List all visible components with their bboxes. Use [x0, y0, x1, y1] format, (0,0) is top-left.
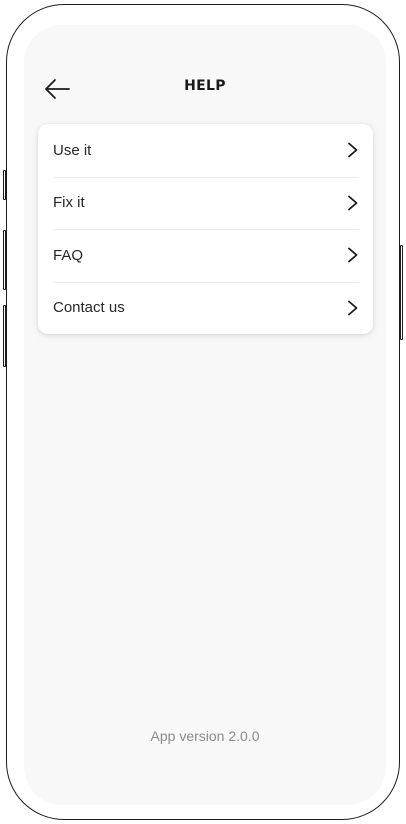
phone-side-button [3, 230, 6, 290]
menu-item-fix-it[interactable]: Fix it [38, 176, 373, 230]
menu-item-label: Use it [53, 141, 92, 159]
menu-item-label: Fix it [53, 194, 85, 212]
phone-side-button [3, 170, 6, 200]
menu-item-label: FAQ [53, 246, 84, 264]
menu-item-use-it[interactable]: Use it [38, 124, 373, 177]
chevron-right-icon [348, 142, 358, 158]
phone-side-button [3, 305, 6, 367]
menu-item-label: Contact us [53, 299, 125, 317]
chevron-right-icon [348, 195, 358, 211]
help-menu-card: Use it Fix it FAQ Contact us [38, 124, 373, 334]
chevron-right-icon [348, 300, 358, 316]
page-title: HELP [184, 78, 226, 94]
chevron-right-icon [348, 247, 358, 263]
menu-item-faq[interactable]: FAQ [38, 229, 373, 282]
app-screen: HELP Use it Fix it FAQ Contact us App ve… [24, 25, 386, 805]
app-version-label: App version 2.0.0 [150, 728, 260, 744]
phone-side-button [400, 245, 403, 340]
menu-item-contact-us[interactable]: Contact us [38, 281, 373, 335]
